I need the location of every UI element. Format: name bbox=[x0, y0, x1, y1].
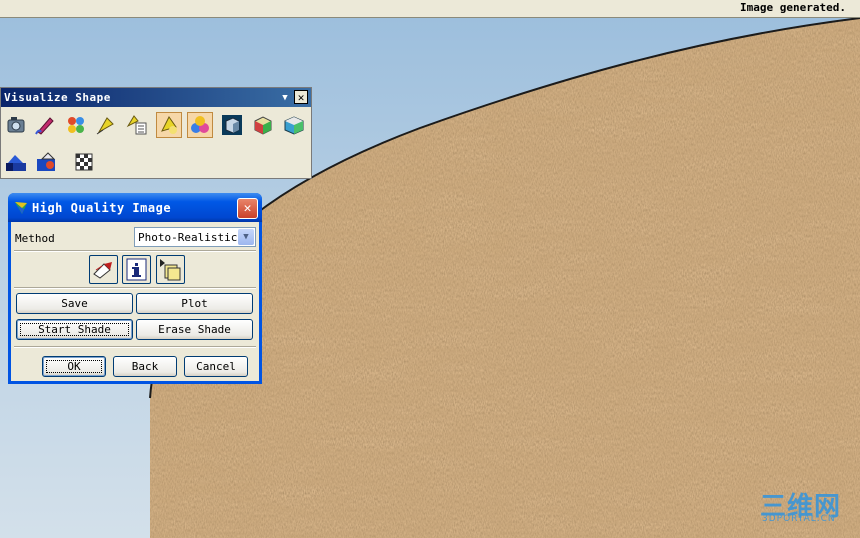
select-object-icon bbox=[93, 262, 112, 279]
erase-shade-button[interactable]: Erase Shade bbox=[136, 319, 253, 340]
toolbar-title: Visualize Shape bbox=[4, 91, 111, 104]
checker-icon[interactable] bbox=[71, 149, 97, 175]
cancel-button-label: Cancel bbox=[196, 360, 236, 373]
environment-cube-icon[interactable] bbox=[281, 112, 307, 138]
copy-image-icon bbox=[160, 259, 181, 281]
plot-button-label: Plot bbox=[181, 297, 208, 310]
watermark-logo: 三维网 3DPORTAL.CN bbox=[760, 486, 856, 528]
start-shade-button[interactable]: Start Shade bbox=[16, 319, 133, 340]
chevron-down-icon[interactable]: ▼ bbox=[238, 229, 254, 245]
texture-cube-icon[interactable] bbox=[250, 112, 276, 138]
materials-icon[interactable] bbox=[63, 112, 89, 138]
background-icon[interactable] bbox=[3, 149, 29, 175]
cancel-button[interactable]: Cancel bbox=[184, 356, 248, 377]
method-label: Method bbox=[15, 232, 55, 245]
toolbar-dropdown-icon[interactable]: ▼ bbox=[279, 92, 291, 104]
save-button-label: Save bbox=[61, 297, 88, 310]
visualize-shape-toolbar: Visualize Shape ▼ ✕ bbox=[0, 87, 312, 179]
cube-shade-icon[interactable] bbox=[219, 112, 245, 138]
info-button[interactable] bbox=[122, 255, 151, 284]
color-spheres-icon[interactable] bbox=[187, 112, 213, 138]
start-shade-button-label: Start Shade bbox=[17, 320, 132, 339]
dialog-title: High Quality Image bbox=[32, 201, 172, 215]
divider bbox=[14, 250, 256, 252]
dialog-close-icon[interactable]: ✕ bbox=[237, 198, 258, 219]
ok-button[interactable]: OK bbox=[42, 356, 106, 377]
status-bar: Image generated. bbox=[0, 0, 860, 18]
watermark-sub-text: 3DPORTAL.CN bbox=[762, 514, 836, 524]
method-select[interactable]: Photo-Realistic ▼ bbox=[134, 227, 256, 247]
spotlight-icon[interactable] bbox=[156, 112, 182, 138]
light-icon[interactable] bbox=[93, 112, 119, 138]
camera-icon[interactable] bbox=[3, 112, 29, 138]
save-button[interactable]: Save bbox=[16, 293, 133, 314]
divider bbox=[14, 346, 256, 348]
decal-icon[interactable] bbox=[34, 149, 60, 175]
high-quality-image-dialog: High Quality Image ✕ Method Photo-Realis… bbox=[8, 193, 262, 384]
back-button-label: Back bbox=[131, 360, 159, 373]
select-object-button[interactable] bbox=[89, 255, 118, 284]
light-list-icon[interactable] bbox=[124, 112, 150, 138]
ok-button-label: OK bbox=[43, 357, 105, 376]
toolbar-close-icon[interactable]: ✕ bbox=[294, 90, 308, 104]
back-button[interactable]: Back bbox=[113, 356, 177, 377]
app-logo-icon bbox=[13, 200, 29, 219]
brush-icon[interactable] bbox=[32, 112, 58, 138]
status-message: Image generated. bbox=[740, 1, 846, 14]
method-value: Photo-Realistic bbox=[138, 231, 238, 244]
erase-shade-button-label: Erase Shade bbox=[158, 323, 231, 336]
info-icon bbox=[126, 258, 147, 281]
divider bbox=[14, 287, 256, 289]
plot-button[interactable]: Plot bbox=[136, 293, 253, 314]
toolbar-title-bar[interactable]: Visualize Shape ▼ ✕ bbox=[1, 88, 311, 107]
copy-image-button[interactable] bbox=[156, 255, 185, 284]
dialog-title-bar[interactable]: High Quality Image ✕ bbox=[8, 193, 262, 222]
